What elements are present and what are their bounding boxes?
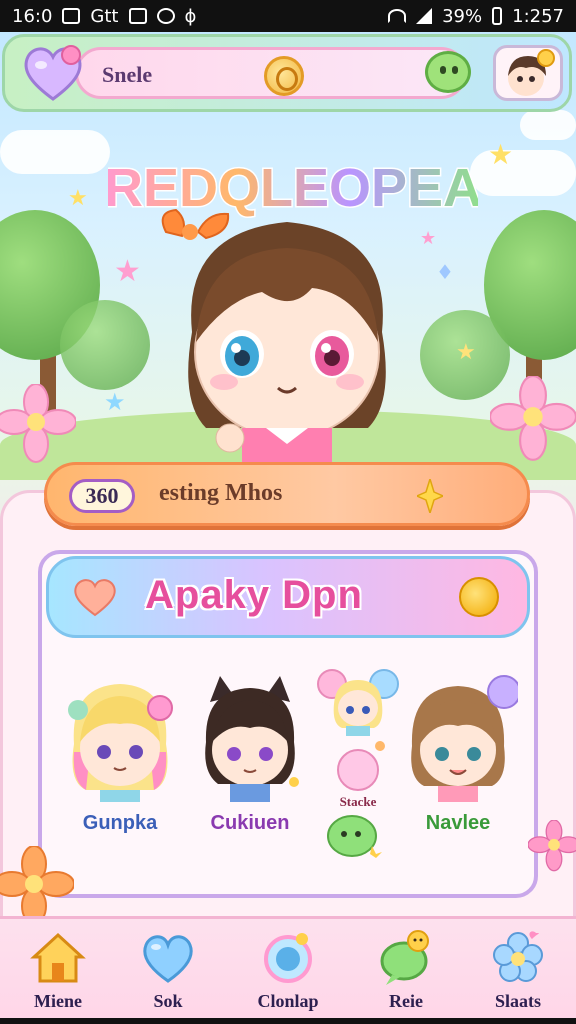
orb-icon [264, 933, 312, 983]
status-bar: 16:0 Gtt ɸ 39% 1:257 [0, 0, 576, 32]
star-icon: ★ [68, 186, 88, 211]
home-icon [30, 932, 86, 983]
battery-level: 39% [442, 5, 483, 27]
heart-icon [74, 579, 116, 617]
character-portrait [68, 684, 173, 802]
tree [60, 300, 150, 390]
flower-icon [0, 846, 74, 925]
small-character-label: Stacke [339, 794, 377, 809]
bottom-nav: Miene Sok Clonlap Reie Slaats [0, 916, 576, 1018]
character-name: Navlee [425, 812, 491, 834]
star-icon: ★ [488, 138, 514, 171]
app-screen: 16:0 Gtt ɸ 39% 1:257 ★ ★ ★ ★ ★ ★ ♦ Snele… [0, 0, 576, 1024]
character-portrait-small [317, 669, 399, 791]
character-name: Gunpka [82, 812, 158, 834]
main-character [161, 208, 386, 464]
nav-item-bubble[interactable]: Reie [356, 925, 456, 1019]
status-left-text: Gtt [90, 5, 119, 27]
nav-label-flower: Slaats [494, 991, 541, 1011]
nav-item-home[interactable]: Miene [8, 925, 108, 1019]
nav-item-orb[interactable]: Clonlap [238, 925, 338, 1019]
wifi-icon [388, 9, 407, 23]
character-card-1[interactable]: Gunpka [60, 672, 180, 842]
status-clock: 1:257 [512, 5, 564, 27]
character-card-3[interactable]: Navlee [398, 672, 521, 842]
star-icon: ★ [114, 254, 141, 289]
star-icon: ★ [456, 340, 476, 365]
character-card-small[interactable]: Stacke [310, 664, 406, 834]
character-card-2[interactable]: Cukiuen [190, 672, 310, 842]
score-chip: 360 [69, 479, 135, 513]
top-bar: Snele [2, 34, 572, 112]
character-portrait [205, 676, 299, 802]
coin-icon[interactable] [264, 56, 304, 96]
nav-item-heart[interactable]: Sok [118, 925, 218, 1019]
nav-label-home: Miene [34, 991, 82, 1011]
location-icon: ɸ [184, 5, 197, 27]
orb-icon [459, 577, 499, 617]
cloud [470, 150, 576, 196]
status-time: 16:0 [12, 5, 53, 27]
slime-icon[interactable] [326, 810, 382, 860]
score-text: esting Mhos [159, 480, 283, 506]
bubble-icon [380, 930, 429, 985]
notification-icon [62, 8, 81, 24]
app-icon [128, 8, 147, 24]
signal-icon [416, 8, 433, 24]
nav-label-bubble: Reie [389, 991, 423, 1011]
section-title-pill[interactable]: Apaky Dpn [46, 556, 530, 638]
title-pill[interactable]: Snele [75, 47, 467, 99]
character-portrait [411, 675, 521, 802]
heart-icon [143, 935, 193, 983]
star-icon: ♦ [436, 260, 454, 284]
star-icon: ★ [104, 388, 126, 416]
flower-icon [528, 820, 576, 872]
avatar-icon [508, 49, 555, 96]
character-name: Cukiuen [210, 812, 290, 834]
nav-label-heart: Sok [153, 991, 183, 1011]
sparkle-icon [417, 479, 443, 513]
flower-icon [0, 384, 76, 463]
app-title: Snele [102, 62, 153, 87]
score-banner[interactable]: 360 esting Mhos [44, 462, 530, 526]
section-title: Apaky Dpn [145, 573, 363, 617]
home-indicator [0, 1018, 576, 1024]
heart-icon[interactable] [21, 43, 85, 103]
cloud [0, 130, 110, 174]
cloud [520, 110, 576, 140]
nav-label-orb: Clonlap [257, 991, 319, 1011]
avatar-button[interactable] [493, 45, 563, 101]
battery-icon [492, 7, 503, 25]
sync-icon [156, 8, 175, 24]
flower-icon [493, 931, 543, 982]
nav-item-flower[interactable]: Slaats [468, 925, 568, 1019]
flower-icon [490, 376, 576, 461]
chat-icon[interactable] [425, 51, 471, 93]
